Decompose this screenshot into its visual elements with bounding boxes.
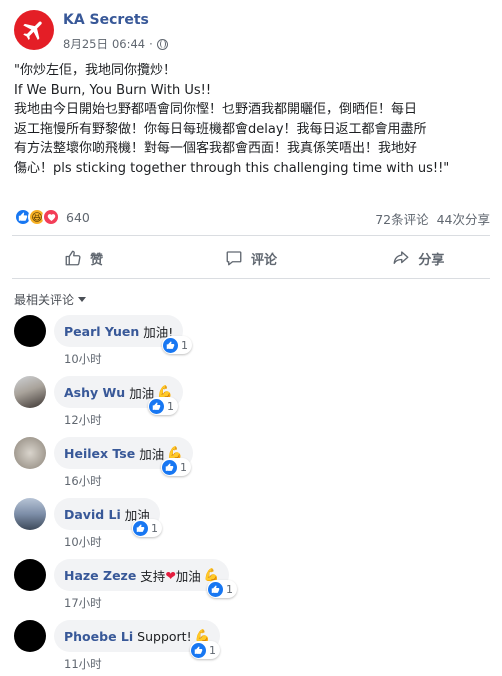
meta-separator: ·	[149, 37, 153, 51]
commenter-name[interactable]: David Li	[64, 507, 121, 522]
comment-text-before: 支持	[140, 568, 166, 584]
comment-text: 加油	[139, 446, 165, 462]
like-count: 1	[181, 338, 188, 352]
share-arrow-icon	[393, 251, 409, 264]
commenter-name[interactable]: Haze Zeze	[64, 568, 136, 583]
post-line: 我地由今日開始乜野都唔會同你慳！乜野酒我都開曬佢，倒晒佢！每日	[14, 102, 418, 117]
share-button[interactable]: 分享	[335, 240, 502, 276]
comment-item: Haze Zeze 支持 ❤ 加油 💪 1 17小时	[14, 559, 494, 619]
post-stats: 72条评论 44次分享	[375, 209, 490, 228]
like-icon	[133, 520, 148, 536]
post-line: 傷心！pls sticking together through this ch…	[14, 160, 450, 176]
post-date[interactable]: 8月25日	[63, 36, 108, 52]
like-count: 1	[167, 399, 174, 413]
avatar[interactable]	[14, 620, 46, 652]
avatar[interactable]	[14, 559, 46, 591]
speech-bubble-icon	[226, 251, 242, 266]
like-button-label: 赞	[90, 252, 104, 268]
comment-like-count[interactable]: 1	[190, 641, 220, 659]
love-reaction-icon	[42, 208, 60, 226]
comment-text: Support!	[137, 628, 192, 644]
comment-time[interactable]: 12小时	[64, 412, 102, 428]
avatar[interactable]	[14, 437, 46, 469]
post-body: "你炒左佢，我地同你攬炒！ If We Burn, You Burn With …	[14, 61, 490, 178]
post-meta: 8月25日 06:44 ·	[63, 36, 168, 52]
page-avatar[interactable]	[14, 10, 54, 50]
like-button[interactable]: 赞	[0, 240, 167, 276]
comment-text-after: 加油	[175, 568, 201, 584]
shares-count-link[interactable]: 44次分享	[437, 209, 490, 228]
like-count: 1	[226, 582, 233, 596]
like-icon	[163, 337, 178, 353]
comment-like-count[interactable]: 1	[207, 580, 237, 598]
comment-sort-label: 最相关评论	[14, 293, 75, 307]
comment-like-count[interactable]: 1	[132, 519, 162, 537]
share-button-label: 分享	[418, 252, 445, 268]
like-icon	[162, 459, 177, 475]
post-actions: 赞 评论 分享	[0, 240, 502, 276]
avatar[interactable]	[14, 376, 46, 408]
comment-item: Phoebe Li Support! 💪 1 11小时	[14, 620, 494, 676]
comment-like-count[interactable]: 1	[162, 336, 192, 354]
red-heart-icon: ❤	[165, 567, 176, 583]
comment-bubble: Haze Zeze 支持 ❤ 加油 💪	[54, 559, 230, 591]
comment-like-count[interactable]: 1	[161, 458, 191, 476]
avatar[interactable]	[14, 315, 46, 347]
comments-count-link[interactable]: 72条评论	[375, 209, 428, 228]
post-time[interactable]: 06:44	[112, 37, 145, 51]
comment-time[interactable]: 10小时	[64, 534, 102, 550]
comment-button[interactable]: 评论	[167, 240, 334, 276]
post-line: 有方法整壞你啲飛機！對每一個客我都會西面！我真係笑唔出！我地好	[14, 141, 418, 156]
caret-down-icon	[78, 297, 87, 302]
comment-item: Ashy Wu 加油 💪 1 12小时	[14, 376, 494, 436]
divider	[12, 278, 490, 279]
comment-sort-dropdown[interactable]: 最相关评论	[14, 291, 87, 308]
comment-button-label: 评论	[250, 252, 277, 268]
globe-icon	[156, 38, 168, 50]
like-icon	[191, 642, 206, 658]
comment-time[interactable]: 11小时	[64, 656, 102, 672]
post-line: If We Burn, You Burn With Us!!	[14, 82, 212, 98]
comment-item: David Li 加油 1 10小时	[14, 498, 494, 558]
like-icon	[149, 398, 164, 414]
commenter-name[interactable]: Pearl Yuen	[64, 324, 139, 339]
airplane-logo-icon	[23, 21, 42, 40]
reactions-summary[interactable]: 😆 640	[14, 207, 90, 227]
divider	[12, 235, 490, 236]
like-count: 1	[209, 643, 216, 657]
like-icon	[208, 581, 223, 597]
thumbs-up-icon	[65, 250, 81, 266]
avatar[interactable]	[14, 498, 46, 530]
comment-time[interactable]: 10小时	[64, 351, 102, 367]
comment-like-count[interactable]: 1	[148, 397, 178, 415]
commenter-name[interactable]: Ashy Wu	[64, 385, 125, 400]
like-count: 1	[151, 521, 158, 535]
post-line: "你炒左佢，我地同你攬炒！	[14, 63, 176, 78]
comment-time[interactable]: 17小时	[64, 595, 102, 611]
comment-item: Pearl Yuen 加油! 1 10小时	[14, 315, 494, 375]
page-name-link[interactable]: KA Secrets	[63, 12, 149, 28]
like-count: 1	[180, 460, 187, 474]
comment-item: Heilex Tse 加油 💪 1 16小时	[14, 437, 494, 497]
commenter-name[interactable]: Heilex Tse	[64, 446, 135, 461]
post-line: 返工拖慢所有野黎做！你每日每班機都會delay！我每日返工都會用盡所	[14, 121, 427, 137]
reaction-count: 640	[66, 209, 90, 225]
commenter-name[interactable]: Phoebe Li	[64, 629, 133, 644]
comment-time[interactable]: 16小时	[64, 473, 102, 489]
